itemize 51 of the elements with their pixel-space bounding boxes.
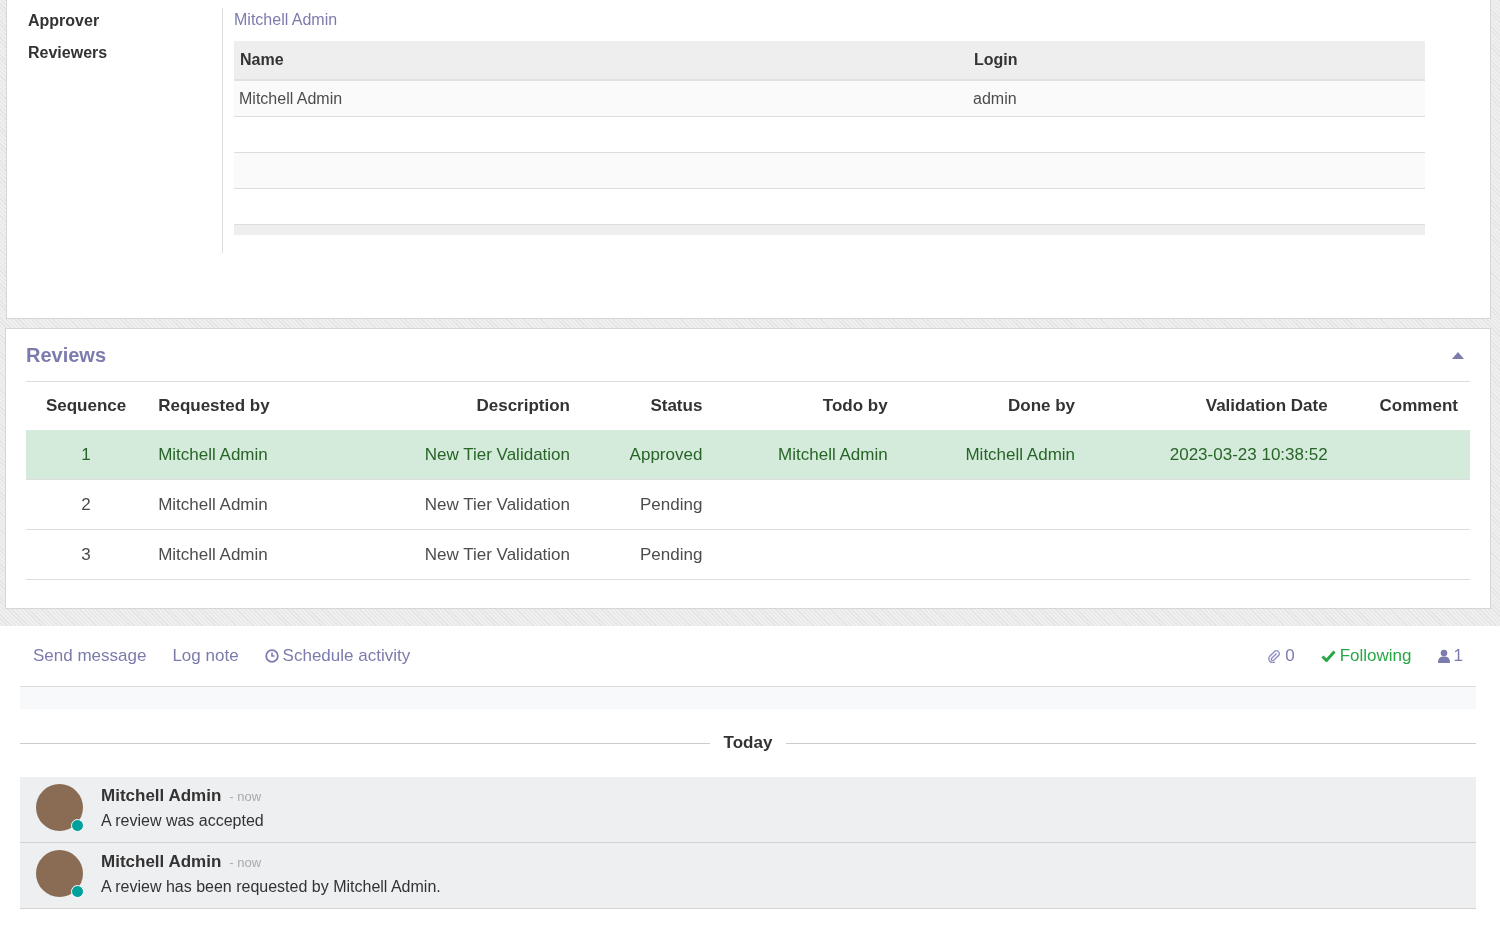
message-text: A review was accepted <box>101 812 264 830</box>
table-cell: Mitchell Admin <box>778 444 888 464</box>
message-time: - now <box>229 789 262 804</box>
avatar <box>36 850 83 897</box>
avatar <box>36 784 83 831</box>
message-text: A review has been requested by Mitchell Admin. <box>101 878 441 896</box>
column-header: Todo by <box>714 382 900 430</box>
approver-link[interactable]: Mitchell Admin <box>234 8 338 32</box>
table-cell: Pending <box>640 494 703 514</box>
caret-icon[interactable] <box>1452 351 1464 359</box>
table-cell: New Tier Validation <box>424 544 570 564</box>
column-header: Comment <box>1339 382 1470 430</box>
table-cell: New Tier Validation <box>424 444 570 464</box>
table-cell: Mitchell Admin <box>234 80 968 117</box>
checkmark-icon <box>1320 650 1336 662</box>
table-cell: 3 <box>81 544 91 564</box>
table-cell: 2 <box>81 494 91 514</box>
table-cell: Approved <box>629 444 703 464</box>
field-label: Reviewers <box>28 43 109 63</box>
attachments-button[interactable]: 0 <box>1267 646 1295 666</box>
column-header: Login <box>968 41 1425 80</box>
table-cell: Mitchell Admin <box>158 444 268 464</box>
section-title: Reviews <box>26 343 107 367</box>
column-header: Done by <box>899 382 1088 430</box>
log-note-link[interactable]: Log note <box>172 646 239 666</box>
field-label: Approver <box>28 11 101 31</box>
person-icon <box>1437 649 1450 663</box>
column-header: Validation Date <box>1087 382 1340 430</box>
column-header: Requested by <box>146 382 399 430</box>
column-header: Sequence <box>26 382 147 430</box>
table-cell: Mitchell Admin <box>965 444 1076 464</box>
following-button[interactable]: Following <box>1320 646 1412 666</box>
date-separator: Today <box>723 733 773 753</box>
send-message-link[interactable]: Send message <box>33 646 147 666</box>
column-header: Name <box>234 41 968 80</box>
table-cell: Mitchell Admin <box>158 544 268 564</box>
author-name: Mitchell Admin <box>101 852 222 871</box>
column-header: Description <box>398 382 582 430</box>
paperclip-icon <box>1267 649 1282 663</box>
message-time: - now <box>229 855 262 870</box>
followers-button[interactable]: 1 <box>1437 646 1463 666</box>
schedule-activity-link[interactable]: Schedule activity <box>264 646 411 666</box>
column-header: Status <box>582 382 715 430</box>
author-name: Mitchell Admin <box>101 786 222 805</box>
table-cell: 1 <box>81 444 91 464</box>
table-cell: Mitchell Admin <box>158 494 268 514</box>
table-cell: 2023-03-23 10:38:52 <box>1169 444 1328 464</box>
clock-icon <box>264 649 279 663</box>
table-cell: New Tier Validation <box>424 494 570 514</box>
table-cell: admin <box>968 80 1425 117</box>
table-cell: Pending <box>640 544 703 564</box>
